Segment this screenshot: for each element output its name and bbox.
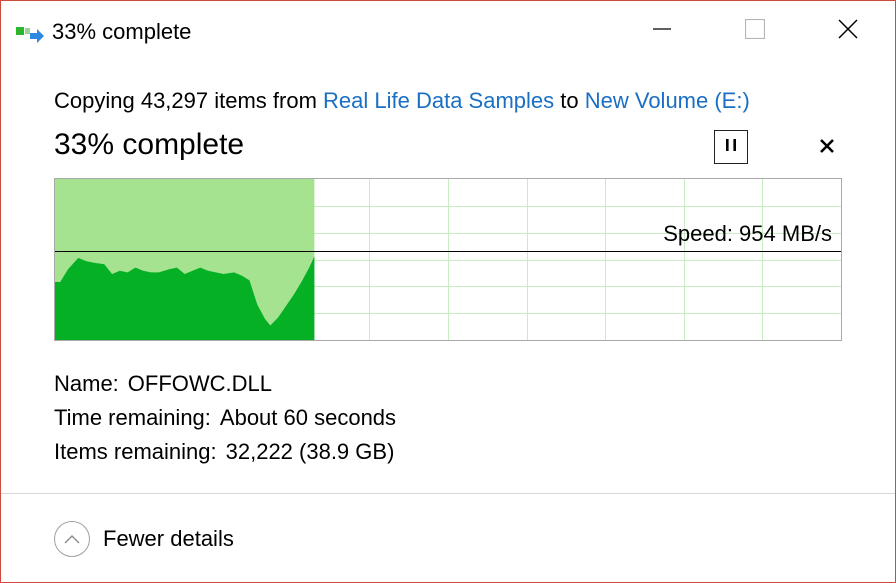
items-remaining-label: Items remaining: — [54, 439, 217, 464]
speed-graph: Speed: 954 MB/s — [54, 178, 842, 341]
footer-divider — [1, 493, 895, 494]
maximize-button[interactable] — [732, 5, 778, 57]
time-remaining-value: About 60 seconds — [219, 405, 397, 430]
pause-icon — [724, 138, 738, 157]
name-row: Name: OFFOWC.DLL — [54, 367, 396, 401]
stop-button[interactable] — [812, 135, 842, 161]
close-button[interactable] — [825, 5, 871, 57]
maximize-icon — [744, 18, 766, 44]
copy-transfer-icon — [16, 23, 46, 45]
copy-summary: Copying 43,297 items from Real Life Data… — [54, 87, 750, 115]
speed-label: Speed: 954 MB/s — [663, 221, 832, 246]
items-remaining-value: 32,222 (38.9 GB) — [225, 439, 395, 464]
details-panel: Name: OFFOWC.DLL Time remaining: About 60 … — [54, 367, 396, 469]
copy-progress-window: 33% complete Copying 43,297 items from R… — [0, 0, 896, 583]
fewer-details-button[interactable]: Fewer details — [54, 520, 234, 558]
copy-connector: to — [554, 88, 585, 113]
time-remaining-row: Time remaining: About 60 seconds — [54, 401, 396, 435]
stop-icon — [819, 138, 835, 159]
destination-drive-link[interactable]: New Volume (E:) — [585, 88, 750, 113]
fewer-details-label: Fewer details — [103, 526, 234, 551]
close-icon — [838, 18, 858, 44]
name-value: OFFOWC.DLL — [127, 371, 273, 396]
window-title: 33% complete — [52, 19, 192, 44]
source-folder-link[interactable]: Real Life Data Samples — [323, 88, 554, 113]
minimize-button[interactable] — [639, 5, 685, 57]
speed-graph-canvas — [55, 179, 841, 340]
time-remaining-label: Time remaining: — [54, 405, 211, 430]
chevron-up-icon — [54, 521, 90, 557]
title-bar[interactable]: 33% complete — [1, 1, 895, 63]
items-remaining-row: Items remaining: 32,222 (38.9 GB) — [54, 435, 396, 469]
progress-heading: 33% complete — [54, 128, 245, 161]
minimize-icon — [653, 20, 671, 43]
copy-prefix: Copying 43,297 items from — [54, 88, 324, 113]
name-label: Name: — [54, 371, 119, 396]
pause-button[interactable] — [714, 130, 748, 164]
